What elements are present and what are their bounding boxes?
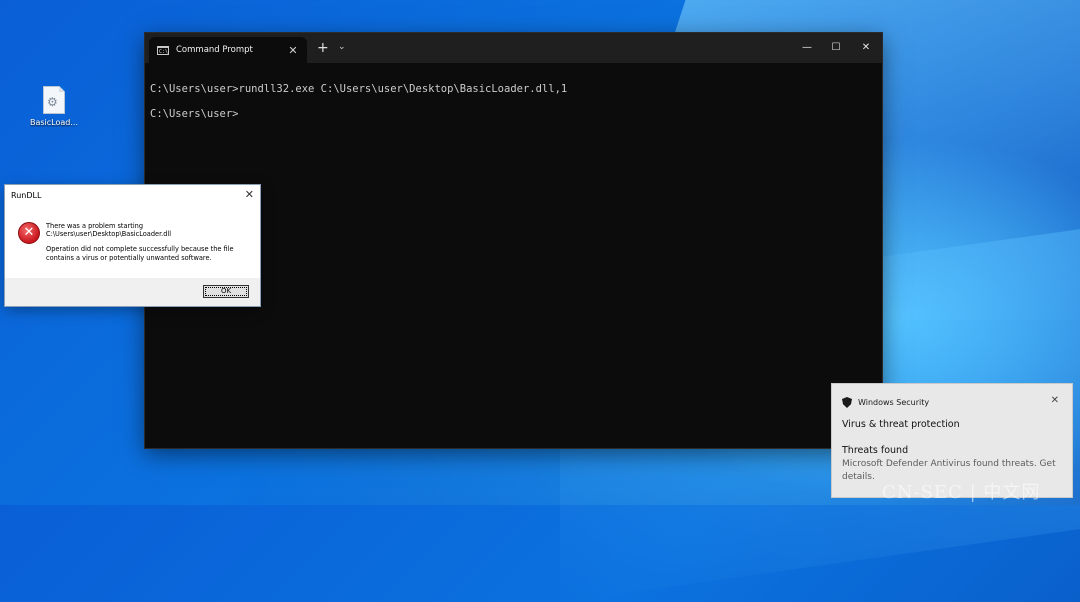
dialog-message: There was a problem starting C:\Users\us… (46, 222, 251, 269)
close-tab-icon[interactable]: ✕ (285, 44, 301, 57)
toast-heading: Virus & threat protection (842, 419, 960, 430)
detail-line: contains a virus or potentially unwanted… (46, 253, 212, 262)
toast-subheading: Threats found (842, 445, 909, 456)
dialog-content: ✕ There was a problem starting C:\Users\… (5, 207, 260, 278)
minimize-button[interactable]: — (792, 33, 822, 61)
error-icon: ✕ (18, 222, 40, 244)
new-tab-button[interactable]: + (317, 41, 329, 55)
watermark: CN-SEC | 中文网 (882, 482, 1041, 503)
terminal-prompt-line: C:\Users\user> (150, 108, 239, 120)
dialog-footer: OK (5, 278, 260, 306)
toast-app-name: Windows Security (858, 398, 930, 407)
terminal-titlebar[interactable]: C:\ Command Prompt ✕ + ⌄ — ☐ ✕ (145, 33, 882, 63)
rundll-error-dialog[interactable]: RunDLL ✕ ✕ There was a problem starting … (5, 185, 260, 306)
cmd-icon: C:\ (157, 45, 169, 55)
shield-icon (842, 397, 852, 408)
dialog-titlebar[interactable]: RunDLL ✕ (5, 185, 260, 207)
maximize-button[interactable]: ☐ (821, 33, 851, 61)
tab-title: Command Prompt (176, 45, 253, 55)
ok-button[interactable]: OK (203, 285, 249, 298)
terminal-output[interactable]: C:\Users\user>rundll32.exe C:\Users\user… (145, 63, 882, 127)
toast-close-icon[interactable]: ✕ (1051, 395, 1059, 406)
dialog-title: RunDLL (11, 191, 42, 200)
message-path: C:\Users\user\Desktop\BasicLoader.dll (46, 230, 172, 239)
dll-file-icon: ⚙ (43, 86, 65, 114)
close-icon[interactable]: ✕ (245, 188, 254, 201)
tab-command-prompt[interactable]: C:\ Command Prompt ✕ (149, 37, 307, 63)
terminal-line: C:\Users\user>rundll32.exe C:\Users\user… (150, 83, 568, 95)
close-window-button[interactable]: ✕ (851, 33, 881, 61)
chevron-down-icon[interactable]: ⌄ (338, 42, 346, 52)
toast-app-header: Windows Security (842, 397, 929, 408)
message-line: There was a problem starting (46, 222, 144, 230)
detail-line: Operation did not complete successfully … (46, 245, 234, 254)
desktop-icon-label: BasicLoad... (30, 118, 78, 127)
desktop-icon-basicloader[interactable]: ⚙ BasicLoad... (30, 86, 78, 127)
